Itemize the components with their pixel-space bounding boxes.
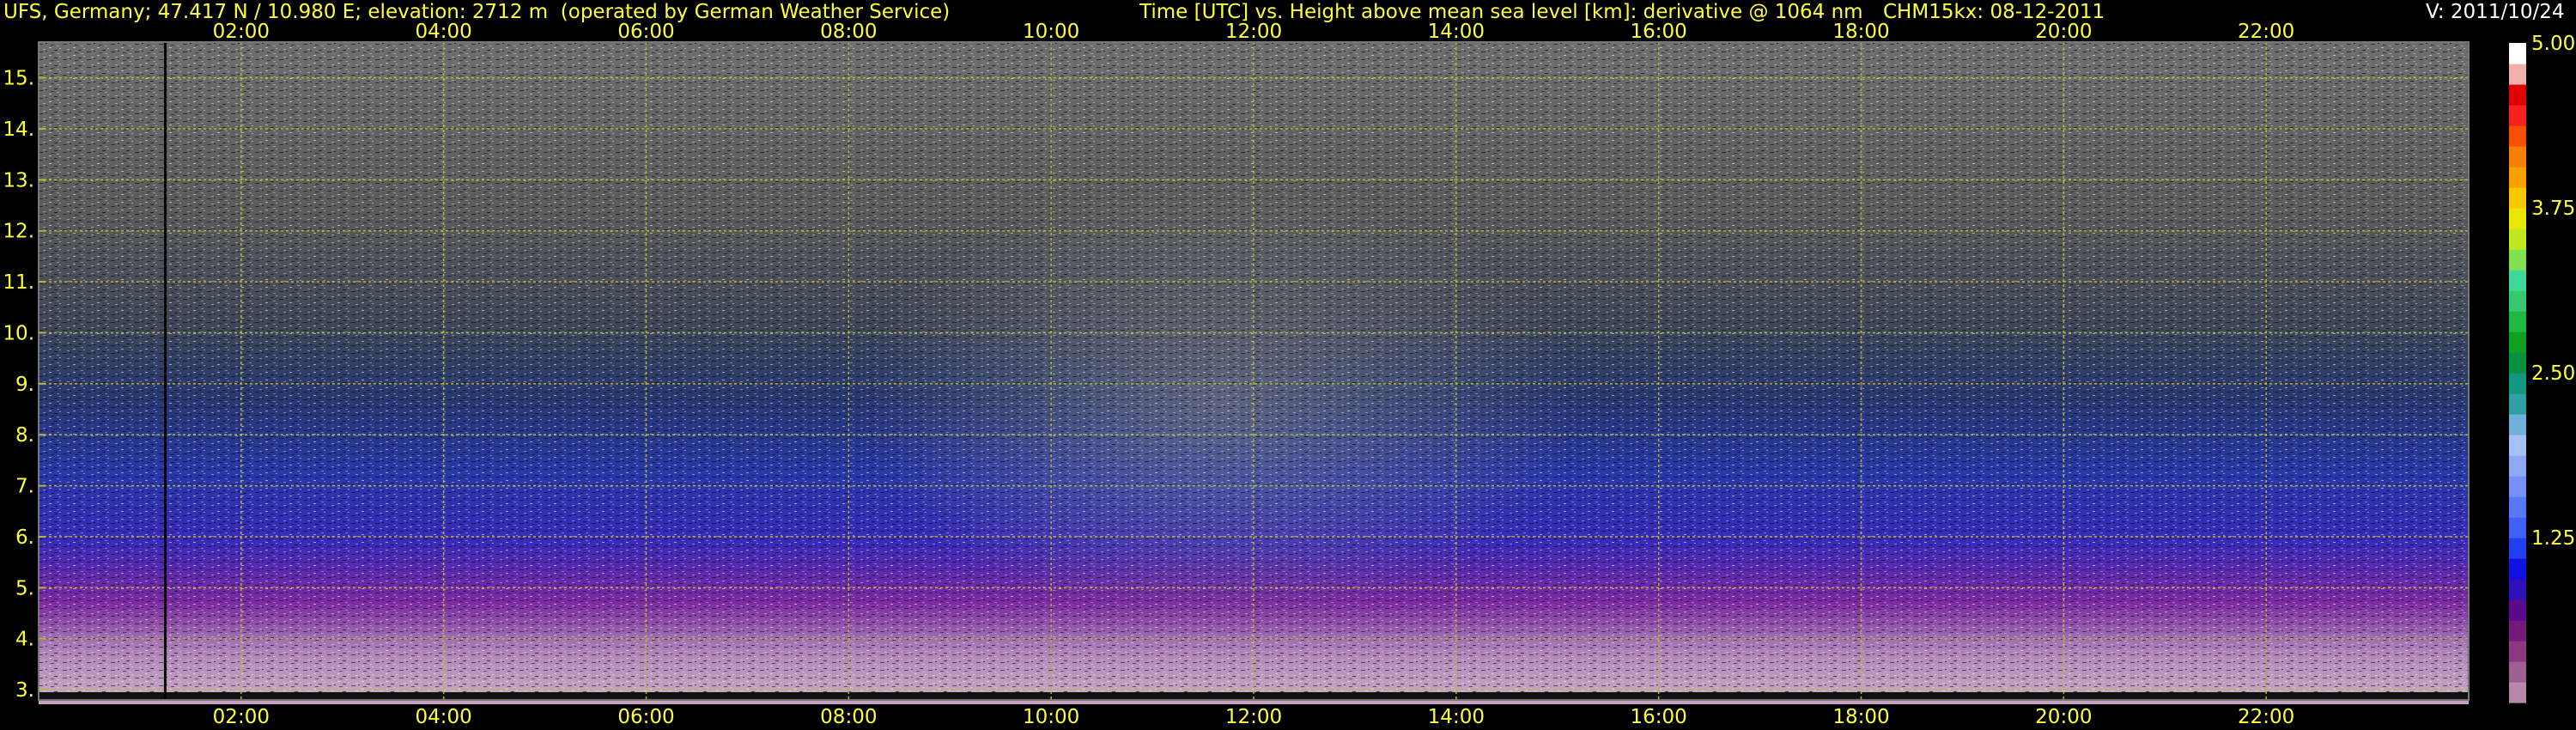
x-tick-label-top: 12:00: [1225, 21, 1282, 43]
colorbar-swatch: [2509, 105, 2526, 126]
y-tick-label: 11.: [3, 271, 34, 294]
colorbar-swatch: [2509, 641, 2526, 662]
x-tick-label-bottom: 12:00: [1225, 706, 1282, 728]
x-tick-label-bottom: 18:00: [1832, 706, 1889, 728]
y-tick-label: 3.: [15, 679, 34, 702]
colorbar-swatch: [2509, 558, 2526, 580]
colorbar-swatch: [2509, 352, 2526, 374]
colorbar-swatch: [2509, 599, 2526, 621]
x-tick-label-bottom: 20:00: [2035, 706, 2092, 728]
colorbar-swatch: [2509, 579, 2526, 600]
x-tick-label-top: 14:00: [1428, 21, 1485, 43]
x-tick-label-top: 04:00: [416, 21, 472, 43]
x-tick-label-top: 08:00: [820, 21, 877, 43]
colorbar-swatch: [2509, 84, 2526, 106]
y-tick-label: 6.: [15, 526, 34, 549]
colorbar-tick-label: 1.25: [2531, 527, 2575, 550]
colorbar-swatch: [2509, 476, 2526, 497]
colorbar-swatch: [2509, 208, 2526, 229]
colorbar-swatch: [2509, 393, 2526, 415]
colorbar-tick-label: 2.50: [2531, 362, 2575, 385]
x-tick-label-top: 10:00: [1023, 21, 1079, 43]
y-tick-label: 8.: [15, 424, 34, 447]
x-axis-ticks-bottom: 02:00 04:00 06:00 08:00 10:00 12:00 14:00 16:00…: [213, 706, 2295, 728]
y-tick-label: 14.: [3, 119, 34, 141]
colorbar-swatch: [2509, 228, 2526, 250]
x-tick-label-bottom: 22:00: [2238, 706, 2294, 728]
colorbar-swatch: [2509, 125, 2526, 147]
x-tick-label-top: 20:00: [2035, 21, 2092, 43]
colorbar: [2509, 43, 2526, 703]
colorbar-swatch: [2509, 64, 2526, 85]
y-tick-label: 15.: [3, 68, 34, 90]
colorbar-swatch: [2509, 414, 2526, 435]
x-tick-label-bottom: 04:00: [416, 706, 472, 728]
colorbar-tick-label: 3.75: [2531, 198, 2575, 220]
colorbar-swatch: [2509, 249, 2526, 271]
y-tick-label: 9.: [15, 374, 34, 396]
x-axis-ticks-top: 02:00 04:00 06:00 08:00 10:00 12:00 14:00 16:00…: [213, 21, 2295, 43]
y-tick-label: 5.: [15, 577, 34, 599]
x-tick-label-top: 02:00: [213, 21, 270, 43]
colorbar-swatch: [2509, 435, 2526, 456]
x-tick-label-top: 16:00: [1631, 21, 1687, 43]
colorbar-swatch: [2509, 620, 2526, 642]
x-tick-label-bottom: 08:00: [820, 706, 877, 728]
y-tick-label: 7.: [15, 476, 34, 498]
y-tick-label: 13.: [3, 169, 34, 192]
x-tick-label-bottom: 10:00: [1023, 706, 1079, 728]
colorbar-swatch: [2509, 43, 2526, 64]
colorbar-swatch: [2509, 290, 2526, 312]
y-tick-label: 4.: [15, 629, 34, 651]
colorbar-swatch: [2509, 661, 2526, 683]
x-tick-label-top: 06:00: [617, 21, 674, 43]
colorbar-swatch: [2509, 270, 2526, 291]
colorbar-swatch: [2509, 538, 2526, 559]
colorbar-swatch: [2509, 496, 2526, 518]
colorbar-tick-label: 5.00: [2531, 33, 2575, 55]
colorbar-swatch: [2509, 187, 2526, 209]
x-tick-label-top: 22:00: [2238, 21, 2294, 43]
y-tick-label: 10.: [3, 322, 34, 344]
colorbar-swatch: [2509, 146, 2526, 167]
colorbar-swatch: [2509, 517, 2526, 538]
x-tick-label-top: 18:00: [1832, 21, 1889, 43]
x-tick-label-bottom: 06:00: [617, 706, 674, 728]
colorbar-ticks: 1.25 2.50 3.75 5.00: [2531, 33, 2575, 550]
colorbar-swatch: [2509, 167, 2526, 188]
x-tick-label-bottom: 02:00: [213, 706, 270, 728]
x-tick-label-bottom: 14:00: [1428, 706, 1485, 728]
colorbar-swatch: [2509, 311, 2526, 332]
colorbar-swatch: [2509, 455, 2526, 477]
colorbar-swatch: [2509, 373, 2526, 394]
ceilometer-chart: 3. 4. 5. 6. 7. 8. 9. 10. 11. 12. 13. 14. 15. 02:00 04…: [3, 21, 2575, 728]
colorbar-swatch: [2509, 682, 2526, 703]
x-tick-label-bottom: 16:00: [1631, 706, 1687, 728]
colorbar-swatch: [2509, 332, 2526, 353]
y-tick-label: 12.: [3, 221, 34, 243]
